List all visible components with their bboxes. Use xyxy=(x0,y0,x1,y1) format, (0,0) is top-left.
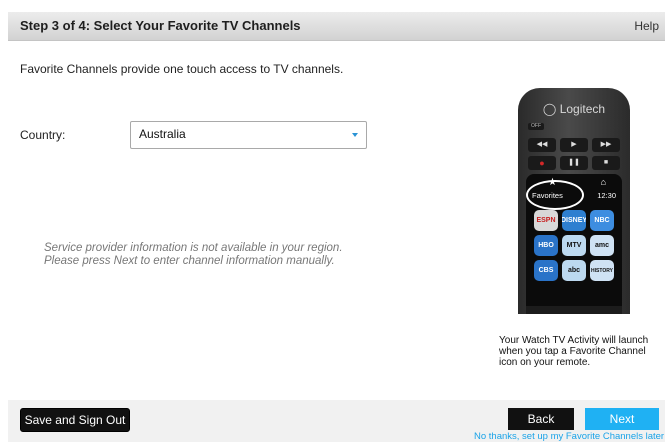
back-button[interactable]: Back xyxy=(508,408,574,430)
hbo-icon: HBO xyxy=(534,235,558,256)
favorites-label: Favorites xyxy=(532,191,563,200)
clock-time: 12:30 xyxy=(597,191,616,200)
country-value: Australia xyxy=(139,127,186,141)
abc-icon: abc xyxy=(562,260,586,281)
history-icon: HISTORY xyxy=(590,260,614,281)
rewind-icon: ◀◀ xyxy=(528,138,556,152)
chevron-down-icon xyxy=(352,133,358,137)
pause-icon: ❚❚ xyxy=(560,156,588,170)
intro-text: Favorite Channels provide one touch acce… xyxy=(20,62,344,76)
channel-grid: ESPN DISNEY NBC HBO MTV amc CBS abc HIST… xyxy=(534,210,616,281)
fast-forward-icon: ▶▶ xyxy=(592,138,620,152)
caption-line3: icon on your remote. xyxy=(499,357,591,368)
provider-note-line1: Service provider information is not avai… xyxy=(44,242,343,254)
harmony-remote: ◯ Logitech OFF ◀◀ ▶ ▶▶ ● ❚❚ ■ ★ ⌂ Favori… xyxy=(518,88,630,314)
transport-row-2: ● ❚❚ ■ xyxy=(528,156,620,170)
disney-icon: DISNEY xyxy=(562,210,586,231)
remote-image: ◯ Logitech OFF ◀◀ ▶ ▶▶ ● ❚❚ ■ ★ ⌂ Favori… xyxy=(496,82,654,314)
record-icon: ● xyxy=(528,156,556,170)
step-header: Step 3 of 4: Select Your Favorite TV Cha… xyxy=(8,12,665,41)
remote-screen: ★ ⌂ Favorites 12:30 ESPN DISNEY NBC HBO … xyxy=(526,174,622,314)
save-and-sign-out-button[interactable]: Save and Sign Out xyxy=(20,408,130,432)
stop-icon: ■ xyxy=(592,156,620,170)
logitech-logo-icon: ◯ xyxy=(542,102,557,116)
nbc-icon: NBC xyxy=(590,210,614,231)
logitech-logo-text: Logitech xyxy=(559,102,606,116)
home-icon: ⌂ xyxy=(600,177,606,187)
transport-row-1: ◀◀ ▶ ▶▶ xyxy=(528,138,620,152)
mtv-icon: MTV xyxy=(562,235,586,256)
next-button[interactable]: Next xyxy=(585,408,659,430)
caption-line2: when you tap a Favorite Channel xyxy=(499,346,646,357)
country-dropdown[interactable]: Australia xyxy=(130,121,367,149)
help-link[interactable]: Help xyxy=(634,19,659,33)
espn-icon: ESPN xyxy=(534,210,558,231)
amc-icon: amc xyxy=(590,235,614,256)
logitech-logo: ◯ Logitech xyxy=(518,102,630,116)
caption-line1: Your Watch TV Activity will launch xyxy=(499,335,649,346)
play-icon: ▶ xyxy=(560,138,588,152)
provider-note-line2: Please press Next to enter channel infor… xyxy=(44,255,335,267)
setup-later-link[interactable]: No thanks, set up my Favorite Channels l… xyxy=(474,431,664,442)
provider-note: Service provider information is not avai… xyxy=(44,242,343,268)
remote-caption: Your Watch TV Activity will launch when … xyxy=(499,335,659,368)
country-label: Country: xyxy=(20,128,66,142)
off-button: OFF xyxy=(528,123,544,130)
screen-bottom-bar xyxy=(526,306,622,314)
page-title: Step 3 of 4: Select Your Favorite TV Cha… xyxy=(20,18,301,33)
cbs-icon: CBS xyxy=(534,260,558,281)
